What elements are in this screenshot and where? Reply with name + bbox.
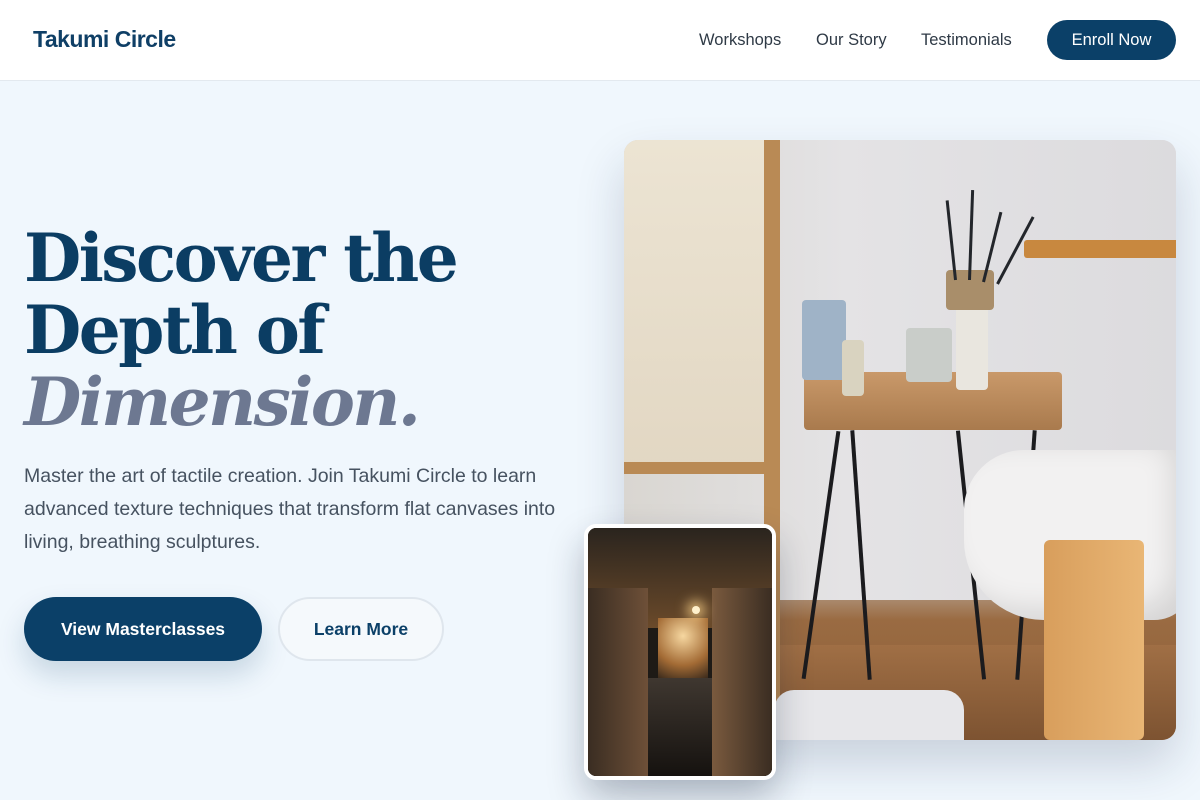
nav-link-our-story[interactable]: Our Story <box>816 31 887 50</box>
learn-more-button[interactable]: Learn More <box>278 597 444 661</box>
headline-accent: Dimension. <box>24 363 421 441</box>
paint-tubes <box>774 690 964 740</box>
headline-line-1: Discover the <box>24 219 459 297</box>
hero-headline: Discover the Depth of Dimension. <box>24 219 459 441</box>
gallery-photo <box>584 524 776 780</box>
hero-description: Master the art of tactile creation. Join… <box>24 465 556 553</box>
view-masterclasses-button[interactable]: View Masterclasses <box>24 597 262 661</box>
enroll-now-button[interactable]: Enroll Now <box>1047 20 1176 60</box>
nav-link-workshops[interactable]: Workshops <box>699 31 781 50</box>
lamp-light <box>692 606 700 614</box>
brand-logo[interactable]: Takumi Circle <box>33 26 176 53</box>
headline-line-2: Depth of <box>24 291 326 369</box>
navbar: Takumi Circle Workshops Our Story Testim… <box>0 0 1200 81</box>
nav-link-testimonials[interactable]: Testimonials <box>921 31 1012 50</box>
canvas-sheet <box>624 140 774 470</box>
